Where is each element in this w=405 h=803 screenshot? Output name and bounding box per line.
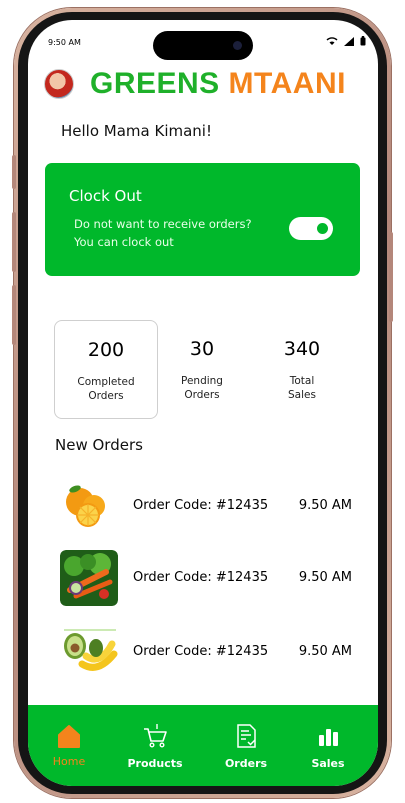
avatar[interactable] <box>44 69 74 99</box>
greeting-text: Hello Mama Kimani! <box>61 122 212 140</box>
clock-out-toggle[interactable] <box>289 217 333 240</box>
stat-total-sales[interactable]: 340 Total Sales <box>251 320 353 417</box>
order-code: Order Code: #12435 <box>133 570 269 585</box>
order-time: 9.50 AM <box>298 498 352 513</box>
app-header: GREENS MTAANI <box>44 66 364 102</box>
tab-products[interactable]: Products <box>120 705 190 786</box>
stat-label: Total Sales <box>251 374 353 402</box>
stat-label-line-2: Sales <box>288 389 316 401</box>
camera-icon <box>233 41 242 50</box>
tab-label: Home <box>52 755 86 768</box>
oranges-image <box>60 478 118 534</box>
stat-label-line-2: Orders <box>184 389 220 401</box>
phone-side-button <box>389 232 393 322</box>
new-orders-heading: New Orders <box>55 436 143 454</box>
logo-text-mtaani: MTAANI <box>228 67 346 100</box>
order-time: 9.50 AM <box>298 570 352 585</box>
tab-sales[interactable]: Sales <box>293 705 363 786</box>
order-row[interactable]: Order Code: #12435 9.50 AM <box>60 478 360 536</box>
wifi-icon <box>326 36 338 45</box>
status-bar: 9:50 AM <box>28 20 378 60</box>
stat-label-line-1: Total <box>289 375 315 387</box>
bar-chart-icon <box>319 729 338 746</box>
phone-side-button <box>12 285 16 345</box>
order-time: 9.50 AM <box>298 644 352 659</box>
tab-orders[interactable]: Orders <box>211 705 281 786</box>
status-icons <box>326 36 366 46</box>
app-screen: 9:50 AM GREENS MTAANI Hello Mama Kimani!… <box>28 20 378 786</box>
document-icon <box>237 724 256 748</box>
stat-completed-orders[interactable]: 200 Completed Orders <box>54 320 158 419</box>
phone-side-button <box>12 212 16 272</box>
order-code: Order Code: #12435 <box>133 644 269 659</box>
stat-label-line-1: Pending <box>181 375 223 387</box>
home-icon <box>58 725 80 748</box>
order-row[interactable]: Order Code: #12435 9.50 AM <box>60 550 360 608</box>
stat-pending-orders[interactable]: 30 Pending Orders <box>151 320 253 417</box>
avocado-bananas-image <box>60 624 118 680</box>
tab-label: Sales <box>311 757 345 770</box>
dynamic-island <box>153 31 253 60</box>
bottom-tab-bar: Home Products Orders Sales <box>28 705 378 786</box>
order-row[interactable]: Order Code: #12435 9.50 AM <box>60 624 360 682</box>
cellular-signal-icon <box>344 36 354 46</box>
app-logo: GREENS MTAANI <box>90 67 346 101</box>
logo-text-greens: GREENS <box>90 67 220 100</box>
status-time: 9:50 AM <box>48 38 81 47</box>
phone-side-button <box>12 155 16 189</box>
stat-value: 340 <box>283 338 321 360</box>
battery-icon <box>360 36 366 46</box>
tab-label: Orders <box>224 757 268 770</box>
clock-out-title: Clock Out <box>69 187 142 205</box>
stat-label-line-2: Orders <box>88 390 124 402</box>
clock-out-line-1: Do not want to receive orders? <box>74 217 252 231</box>
tab-label: Products <box>127 757 183 770</box>
stat-label: Completed Orders <box>55 375 157 403</box>
stat-label-line-1: Completed <box>77 376 135 388</box>
clock-out-description: Do not want to receive orders? You can c… <box>74 215 252 251</box>
clock-out-card: Clock Out Do not want to receive orders?… <box>45 163 360 276</box>
stat-label: Pending Orders <box>151 374 253 402</box>
tab-home[interactable]: Home <box>34 705 104 786</box>
stat-value: 30 <box>189 338 215 360</box>
stat-value: 200 <box>87 339 125 361</box>
cart-icon <box>144 724 167 748</box>
clock-out-line-2: You can clock out <box>74 235 174 249</box>
order-code: Order Code: #12435 <box>133 498 269 513</box>
toggle-knob <box>317 223 328 234</box>
vegetables-image <box>60 550 118 606</box>
